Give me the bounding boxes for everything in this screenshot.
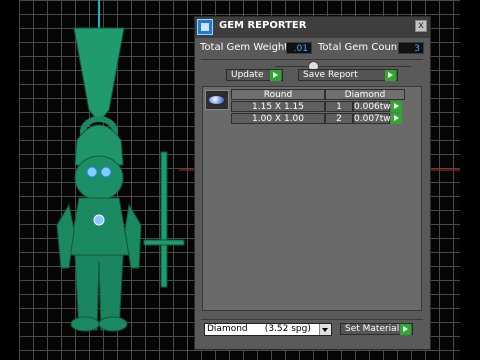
save-report-button-label: Save Report [303,70,358,80]
gem-reporter-panel: GEM REPORTER x Total Gem Weight .01 Tota… [194,16,431,350]
select-row-arrow-icon[interactable] [391,101,402,112]
total-gem-weight-value: .01 [286,42,312,54]
play-arrow-icon [270,70,281,81]
gem-weight-cell: 0.006tw [353,101,391,112]
separator [201,319,423,320]
total-gem-count-label: Total Gem Count [318,42,402,53]
chevron-down-icon[interactable] [319,324,331,335]
separator [201,59,423,60]
round-diamond-icon [205,90,229,110]
gem-weight-cell: 0.007tw [353,113,391,124]
gem-size-cell: 1.00 X 1.00 [231,113,325,124]
play-arrow-icon [400,324,411,335]
shape-header: Round [231,89,325,100]
select-row-arrow-icon[interactable] [391,113,402,124]
material-header: Diamond [325,89,405,100]
total-gem-weight-label: Total Gem Weight [200,42,289,53]
set-material-button[interactable]: Set Material [340,323,413,335]
update-button-label: Update [231,70,264,80]
close-button[interactable]: x [415,20,427,32]
material-dropdown-value: Diamond (3.52 spg) [207,324,311,334]
set-material-button-label: Set Material [345,324,400,334]
slider-track[interactable] [275,66,411,67]
jewelry-model [56,27,185,332]
title-bar[interactable]: GEM REPORTER x [195,17,430,38]
gem-qty-cell: 1 [325,101,353,112]
save-report-button[interactable]: Save Report [298,69,398,81]
gem-size-cell: 1.15 X 1.15 [231,101,325,112]
gem-qty-cell: 2 [325,113,353,124]
material-dropdown[interactable]: Diamond (3.52 spg) [204,323,332,336]
gem-reporter-app-icon [197,19,213,35]
gem-list[interactable]: Round Diamond 1.15 X 1.15 1 0.006tw 1.00… [202,86,422,311]
total-gem-count-value: 3 [398,42,424,54]
update-button[interactable]: Update [226,69,283,81]
play-arrow-icon [385,70,396,81]
panel-title: GEM REPORTER [219,20,307,31]
